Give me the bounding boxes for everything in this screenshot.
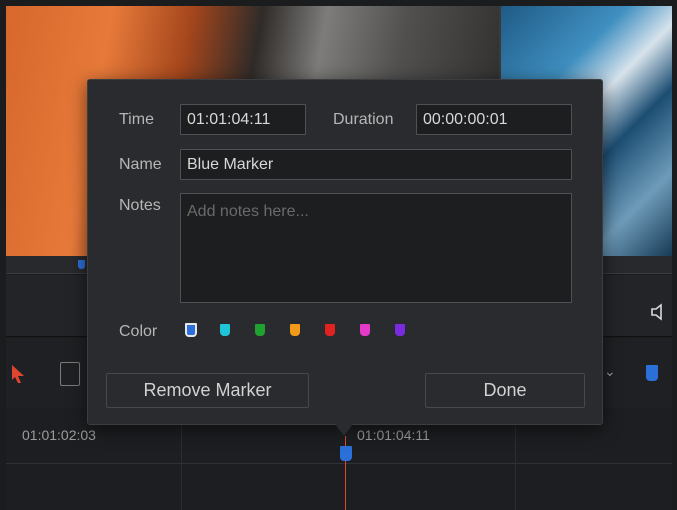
- chevron-down-icon[interactable]: ⌄: [604, 363, 616, 380]
- remove-marker-button[interactable]: Remove Marker: [106, 373, 309, 408]
- selection-arrow-icon[interactable]: [10, 364, 26, 384]
- notes-label: Notes: [119, 197, 161, 214]
- color-swatch[interactable]: [360, 324, 370, 336]
- duration-field[interactable]: 00:00:00:01: [416, 104, 572, 135]
- trim-mode-icon[interactable]: [60, 362, 80, 386]
- color-swatch[interactable]: [255, 324, 265, 336]
- marker-dialog: Time 01:01:04:11 Duration 00:00:00:01 Na…: [87, 79, 603, 425]
- name-label: Name: [119, 156, 162, 173]
- done-button[interactable]: Done: [425, 373, 585, 408]
- speaker-icon[interactable]: [650, 303, 666, 321]
- notes-field[interactable]: [180, 193, 572, 303]
- color-label: Color: [119, 323, 158, 340]
- color-swatch[interactable]: [220, 324, 230, 336]
- name-field[interactable]: Blue Marker: [180, 149, 572, 180]
- dialog-pointer: [335, 424, 353, 436]
- color-swatch[interactable]: [395, 324, 405, 336]
- playhead-timecode-label: 01:01:04:11: [357, 427, 430, 443]
- timecode-label: 01:01:02:03: [22, 427, 96, 443]
- time-field[interactable]: 01:01:04:11: [180, 104, 306, 135]
- marker-icon[interactable]: [646, 365, 658, 381]
- color-swatch[interactable]: [185, 323, 197, 337]
- color-swatch[interactable]: [325, 324, 335, 336]
- duration-label: Duration: [333, 111, 394, 128]
- marker-icon[interactable]: [340, 446, 352, 461]
- marker-icon[interactable]: [78, 260, 85, 269]
- color-swatch[interactable]: [290, 324, 300, 336]
- time-label: Time: [119, 111, 154, 128]
